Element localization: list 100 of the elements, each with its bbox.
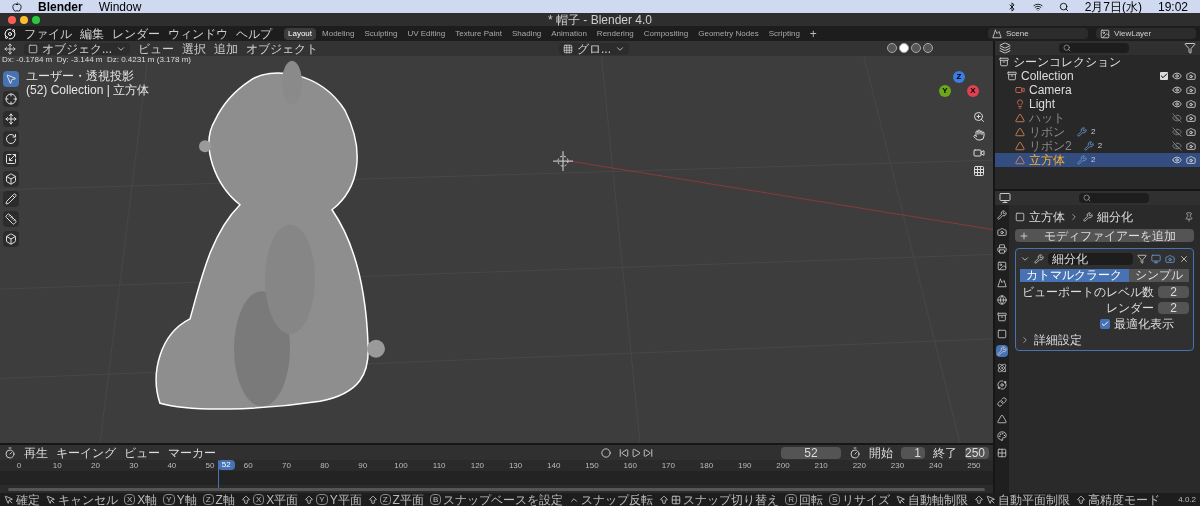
menu-item[interactable]: レンダー (112, 27, 160, 40)
menu-item[interactable]: 追加 (214, 42, 238, 55)
outliner-row[interactable]: 立方体 2 (995, 153, 1200, 167)
tool-button[interactable] (3, 91, 19, 107)
tool-button[interactable] (3, 211, 19, 227)
properties-tab[interactable] (996, 260, 1008, 272)
properties-tab[interactable] (996, 226, 1008, 238)
workspace-tab[interactable]: Compositing (639, 27, 693, 40)
workspace-tab[interactable]: UV Editing (403, 27, 450, 40)
menu-item[interactable]: ファイル (24, 27, 72, 40)
add-modifier-button[interactable]: モディファイアーを追加 (1015, 229, 1194, 242)
subdivision-type-tab[interactable]: シンプル (1128, 269, 1189, 282)
modifier-name-field[interactable]: 細分化 (1048, 253, 1133, 265)
outliner-row[interactable]: リボン2 2 (995, 139, 1200, 153)
tool-button[interactable] (3, 151, 19, 167)
properties-tab[interactable] (996, 243, 1008, 255)
search-field[interactable] (1079, 193, 1149, 203)
search-field[interactable] (1059, 43, 1129, 53)
orientation-dropdown[interactable]: グロ... (559, 42, 629, 55)
properties-tab[interactable] (996, 209, 1008, 221)
zoom-icon[interactable] (973, 111, 985, 123)
clock-icon[interactable] (4, 446, 16, 459)
funnel-icon[interactable] (1137, 254, 1147, 264)
record-icon[interactable] (601, 447, 611, 458)
menu-item[interactable]: ビュー (124, 446, 160, 459)
workspace-tab[interactable]: Geometry Nodes (694, 27, 763, 40)
shading-mode-button[interactable] (899, 43, 909, 53)
play-icon[interactable] (631, 447, 641, 458)
jump-start-icon[interactable] (619, 447, 629, 458)
outliner-row[interactable]: Camera (995, 83, 1200, 97)
menu-item[interactable]: ヘルプ (236, 27, 272, 40)
number-field[interactable]: 2 (1158, 302, 1189, 314)
minimize-button[interactable] (20, 15, 28, 24)
jump-end-icon[interactable] (643, 447, 653, 458)
properties-tab[interactable] (996, 430, 1008, 442)
properties-tab[interactable] (996, 277, 1008, 289)
subpanel-header[interactable]: 詳細設定 (1020, 334, 1189, 346)
menu-item[interactable]: ビュー (138, 42, 174, 55)
eye-icon[interactable] (1172, 155, 1182, 165)
workspace-tab[interactable]: Sculpting (360, 27, 402, 40)
camera-icon[interactable] (1165, 254, 1175, 264)
properties-tab[interactable] (996, 345, 1008, 357)
filter-icon[interactable] (1184, 42, 1196, 54)
workspace-tab[interactable]: Layout (284, 27, 317, 40)
outliner-row[interactable]: シーンコレクション (995, 55, 1200, 69)
workspace-tab[interactable]: Animation (547, 27, 591, 40)
menu-item[interactable]: 選択 (182, 42, 206, 55)
axis-handle[interactable]: Z (953, 71, 965, 83)
properties-tab[interactable] (996, 328, 1008, 340)
properties-tab[interactable] (996, 311, 1008, 323)
tool-button[interactable] (3, 231, 19, 247)
stopwatch-icon[interactable] (849, 446, 861, 459)
workspace-tab[interactable]: Modeling (318, 27, 359, 40)
tool-button[interactable] (3, 191, 19, 207)
zoom-button[interactable] (32, 15, 40, 24)
close-icon[interactable] (1179, 254, 1189, 264)
eye-icon[interactable] (1172, 85, 1182, 95)
number-field[interactable]: 2 (1158, 286, 1189, 298)
workspace-tab[interactable]: Shading (507, 27, 546, 40)
menu-item[interactable]: ウィンドウ (168, 27, 228, 40)
menu-item[interactable]: キーイング (56, 446, 116, 459)
tool-button[interactable] (3, 131, 19, 147)
expand-icon[interactable] (1020, 254, 1030, 264)
menu-item[interactable]: Window (98, 0, 142, 13)
outliner-row[interactable]: リボン 2 (995, 125, 1200, 139)
checkbox[interactable] (1160, 72, 1168, 80)
subdivision-type-tab[interactable]: カトマルクラーク (1020, 269, 1129, 282)
current-frame-field[interactable]: 52 (781, 446, 841, 459)
outliner-row[interactable]: ハット (995, 111, 1200, 125)
menu-item[interactable]: 編集 (80, 27, 104, 40)
outliner-row[interactable]: Collection (995, 69, 1200, 83)
properties-tab[interactable] (996, 396, 1008, 408)
tool-button[interactable] (3, 71, 19, 87)
outliner-row[interactable]: Light (995, 97, 1200, 111)
eye-slash-icon[interactable] (1172, 113, 1182, 123)
eye-icon[interactable] (1172, 71, 1182, 81)
checkbox[interactable] (1100, 319, 1110, 329)
menu-item[interactable]: オブジェクト (246, 42, 318, 55)
properties-tab[interactable] (996, 294, 1008, 306)
mode-dropdown[interactable]: オブジェク... (24, 42, 130, 55)
hand-icon[interactable] (973, 129, 985, 141)
properties-tab[interactable] (996, 413, 1008, 425)
end-frame-field[interactable]: 250 (965, 446, 989, 459)
workspace-tab[interactable]: Scripting (764, 27, 804, 40)
camera-icon[interactable] (973, 147, 985, 159)
properties-tab[interactable] (996, 379, 1008, 391)
workspace-tab[interactable]: Rendering (592, 27, 638, 40)
axis-handle[interactable]: Y (939, 85, 951, 97)
eye-slash-icon[interactable] (1172, 127, 1182, 137)
display-mode-icon[interactable] (999, 42, 1011, 54)
axis-handle[interactable]: X (967, 85, 979, 97)
tool-button[interactable] (3, 111, 19, 127)
menu-item[interactable]: マーカー (168, 446, 216, 459)
editor-type-icon[interactable] (999, 192, 1011, 204)
grid-icon[interactable] (973, 165, 985, 177)
pin-icon[interactable] (1184, 212, 1194, 222)
eye-slash-icon[interactable] (1172, 141, 1182, 151)
workspace-tab[interactable]: Texture Paint (451, 27, 506, 40)
close-button[interactable] (8, 15, 16, 24)
add-workspace-button[interactable]: + (805, 27, 821, 40)
